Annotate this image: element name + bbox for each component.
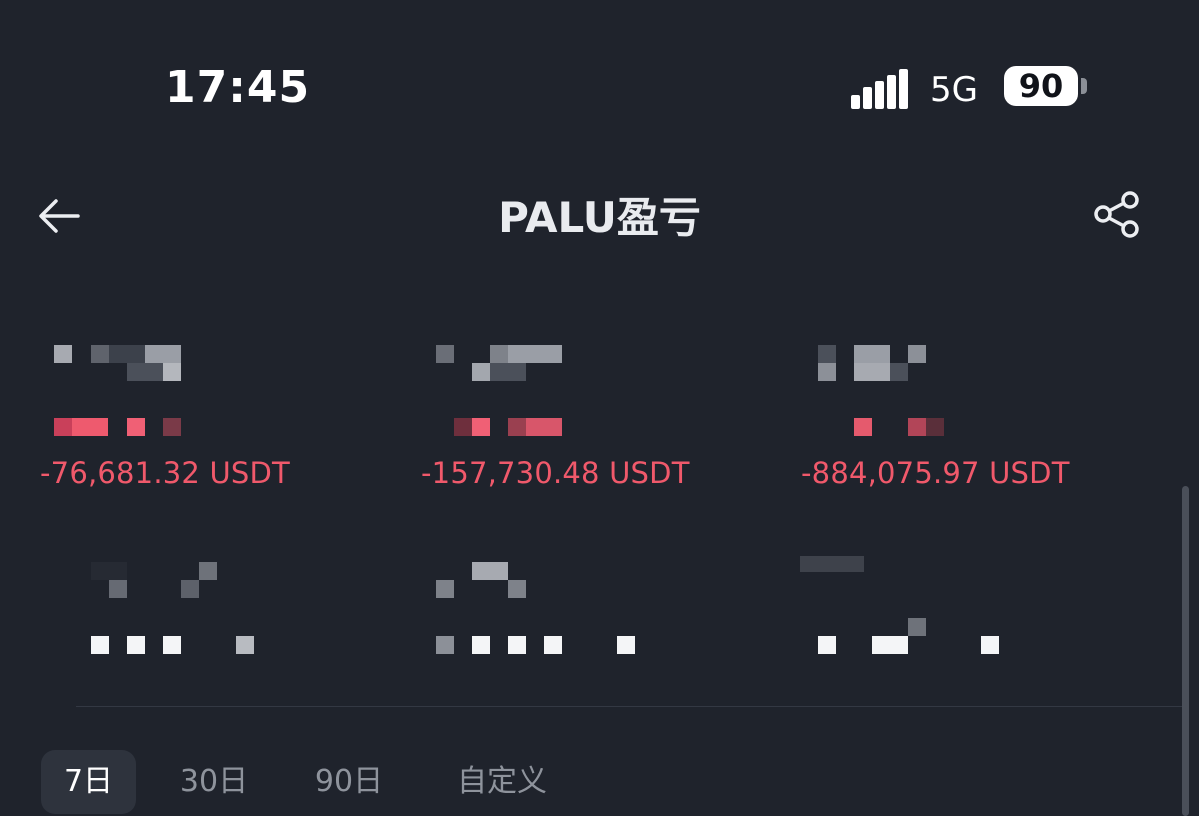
pnl-value-2: -157,730.48 USDT (421, 456, 690, 490)
tab-30d[interactable]: 30日 (170, 750, 258, 814)
page-title: PALU盈亏 (498, 193, 701, 242)
share-icon (1094, 191, 1139, 238)
section-divider (76, 706, 1186, 707)
network-type: 5G (930, 70, 978, 110)
pnl-value-3: -884,075.97 USDT (801, 456, 1070, 490)
cellular-signal-icon (851, 69, 911, 109)
tab-90d[interactable]: 90日 (305, 750, 393, 814)
tab-custom[interactable]: 自定义 (446, 750, 558, 814)
status-time: 17:45 (165, 62, 311, 113)
pnl-value-1: -76,681.32 USDT (40, 456, 290, 490)
battery-cap-icon (1081, 78, 1087, 94)
share-button[interactable] (1090, 188, 1144, 242)
battery-indicator: 90 (1004, 66, 1078, 106)
tab-7d[interactable]: 7日 (41, 750, 136, 814)
scrollbar[interactable] (1182, 486, 1189, 816)
